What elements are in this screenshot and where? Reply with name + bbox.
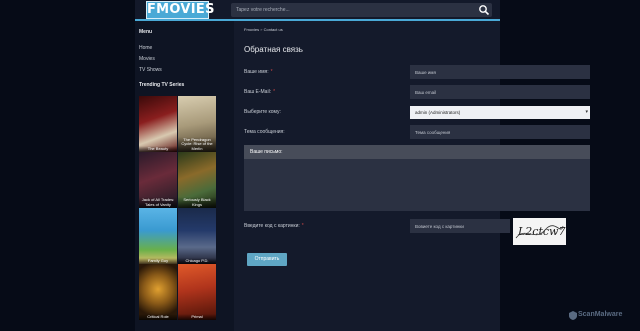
- breadcrumb: Fmovies » Contact us: [244, 27, 283, 32]
- search-bar: [231, 3, 492, 17]
- message-field[interactable]: Ваше письмо:: [244, 145, 590, 211]
- poster-title: Primal: [178, 313, 216, 320]
- email-field[interactable]: [410, 85, 590, 99]
- message-label: Ваше письмо:: [244, 145, 590, 159]
- poster-card[interactable]: The Pendragon Cycle: Rise of the Merlin: [178, 96, 216, 152]
- scanmalware-logo-icon: [569, 311, 577, 320]
- recipient-label: Выберите кому:: [244, 109, 281, 115]
- captcha-image: L2ctcw7: [513, 218, 566, 245]
- breadcrumb-current: Contact us: [263, 27, 283, 32]
- required-mark: *: [301, 223, 304, 229]
- chevron-down-icon: ▾: [585, 109, 588, 115]
- captcha-text: L2ctcw7: [517, 225, 565, 238]
- poster-card[interactable]: Family Guy: [139, 208, 177, 264]
- email-label: Ваш E-Mail: *: [244, 89, 276, 95]
- poster-title: Seriously Black Kings: [178, 197, 216, 208]
- poster-title: Critical Role: [139, 313, 177, 320]
- poster-card[interactable]: Jack of All Trades: Tales of Vanity: [139, 152, 177, 208]
- subject-label: Тема сообщения:: [244, 129, 285, 135]
- menu-item-movies[interactable]: Movies: [139, 56, 155, 62]
- captcha-label: Введите код с картинки: *: [244, 223, 304, 229]
- name-field[interactable]: [410, 65, 590, 79]
- menu-item-home[interactable]: Home: [139, 45, 152, 51]
- recipient-select[interactable]: admin (Administrators) ▾: [410, 106, 590, 119]
- sidebar: Menu Home Movies TV Shows Trending TV Se…: [135, 21, 234, 331]
- breadcrumb-home[interactable]: Fmovies: [244, 27, 259, 32]
- poster-card[interactable]: Chicago P.D.: [178, 208, 216, 264]
- poster-card[interactable]: Primal: [178, 264, 216, 320]
- recipient-select-value: admin (Administrators): [415, 110, 461, 115]
- required-mark: *: [270, 69, 273, 75]
- poster-title: The Pendragon Cycle: Rise of the Merlin: [178, 136, 216, 152]
- required-mark: *: [273, 89, 276, 95]
- poster-card[interactable]: Seriously Black Kings: [178, 152, 216, 208]
- breadcrumb-separator: »: [260, 27, 263, 32]
- menu-item-tv-shows[interactable]: TV Shows: [139, 67, 162, 73]
- poster-title: Jack of All Trades: Tales of Vanity: [139, 197, 177, 208]
- search-input[interactable]: [236, 3, 472, 17]
- subject-field[interactable]: [410, 125, 590, 139]
- site-logo[interactable]: FMOVIES: [146, 1, 214, 19]
- page-container: Menu Home Movies TV Shows Trending TV Se…: [135, 21, 590, 331]
- search-icon[interactable]: [478, 4, 490, 16]
- name-label: Ваше имя: *: [244, 69, 273, 75]
- poster-card[interactable]: The Beauty: [139, 96, 177, 152]
- main-content: Fmovies » Contact us Обратная связь Ваше…: [234, 21, 590, 331]
- captcha-field[interactable]: [410, 219, 510, 233]
- trending-title: Trending TV Series: [139, 82, 185, 88]
- watermark: ScanMalware: [578, 311, 623, 318]
- submit-button[interactable]: Отправить: [247, 253, 287, 266]
- menu-title: Menu: [139, 29, 153, 35]
- poster-card[interactable]: Critical Role: [139, 264, 177, 320]
- page-title: Обратная связь: [244, 45, 303, 54]
